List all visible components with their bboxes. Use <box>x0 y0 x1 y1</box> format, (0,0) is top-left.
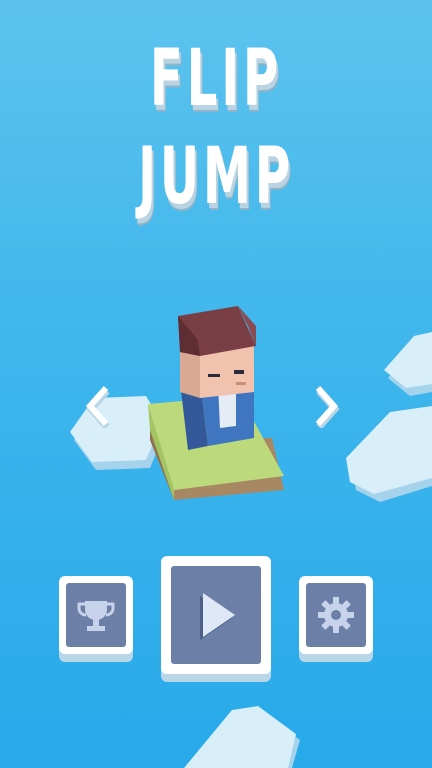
settings-button[interactable] <box>299 576 373 654</box>
game-title-line-1: FLIP <box>149 34 283 124</box>
play-icon <box>200 593 235 640</box>
character-avatar <box>178 306 256 450</box>
cloud-tile-right-top <box>384 332 432 396</box>
cloud-tile-bottom <box>184 706 300 768</box>
play-button[interactable] <box>161 556 271 674</box>
game-title-line-2: JUMP <box>138 132 294 222</box>
settings-button-face <box>306 583 366 647</box>
gear-icon <box>318 597 354 633</box>
cloud-tile-right <box>346 406 432 502</box>
chevron-left-icon <box>85 386 110 428</box>
play-button-face <box>171 566 261 664</box>
leaderboard-button-face <box>66 583 126 647</box>
previous-character-button[interactable] <box>80 382 114 430</box>
leaderboard-button[interactable] <box>59 576 133 654</box>
chevron-right-icon <box>315 386 340 428</box>
next-character-button[interactable] <box>310 382 344 430</box>
trophy-icon <box>77 601 115 631</box>
